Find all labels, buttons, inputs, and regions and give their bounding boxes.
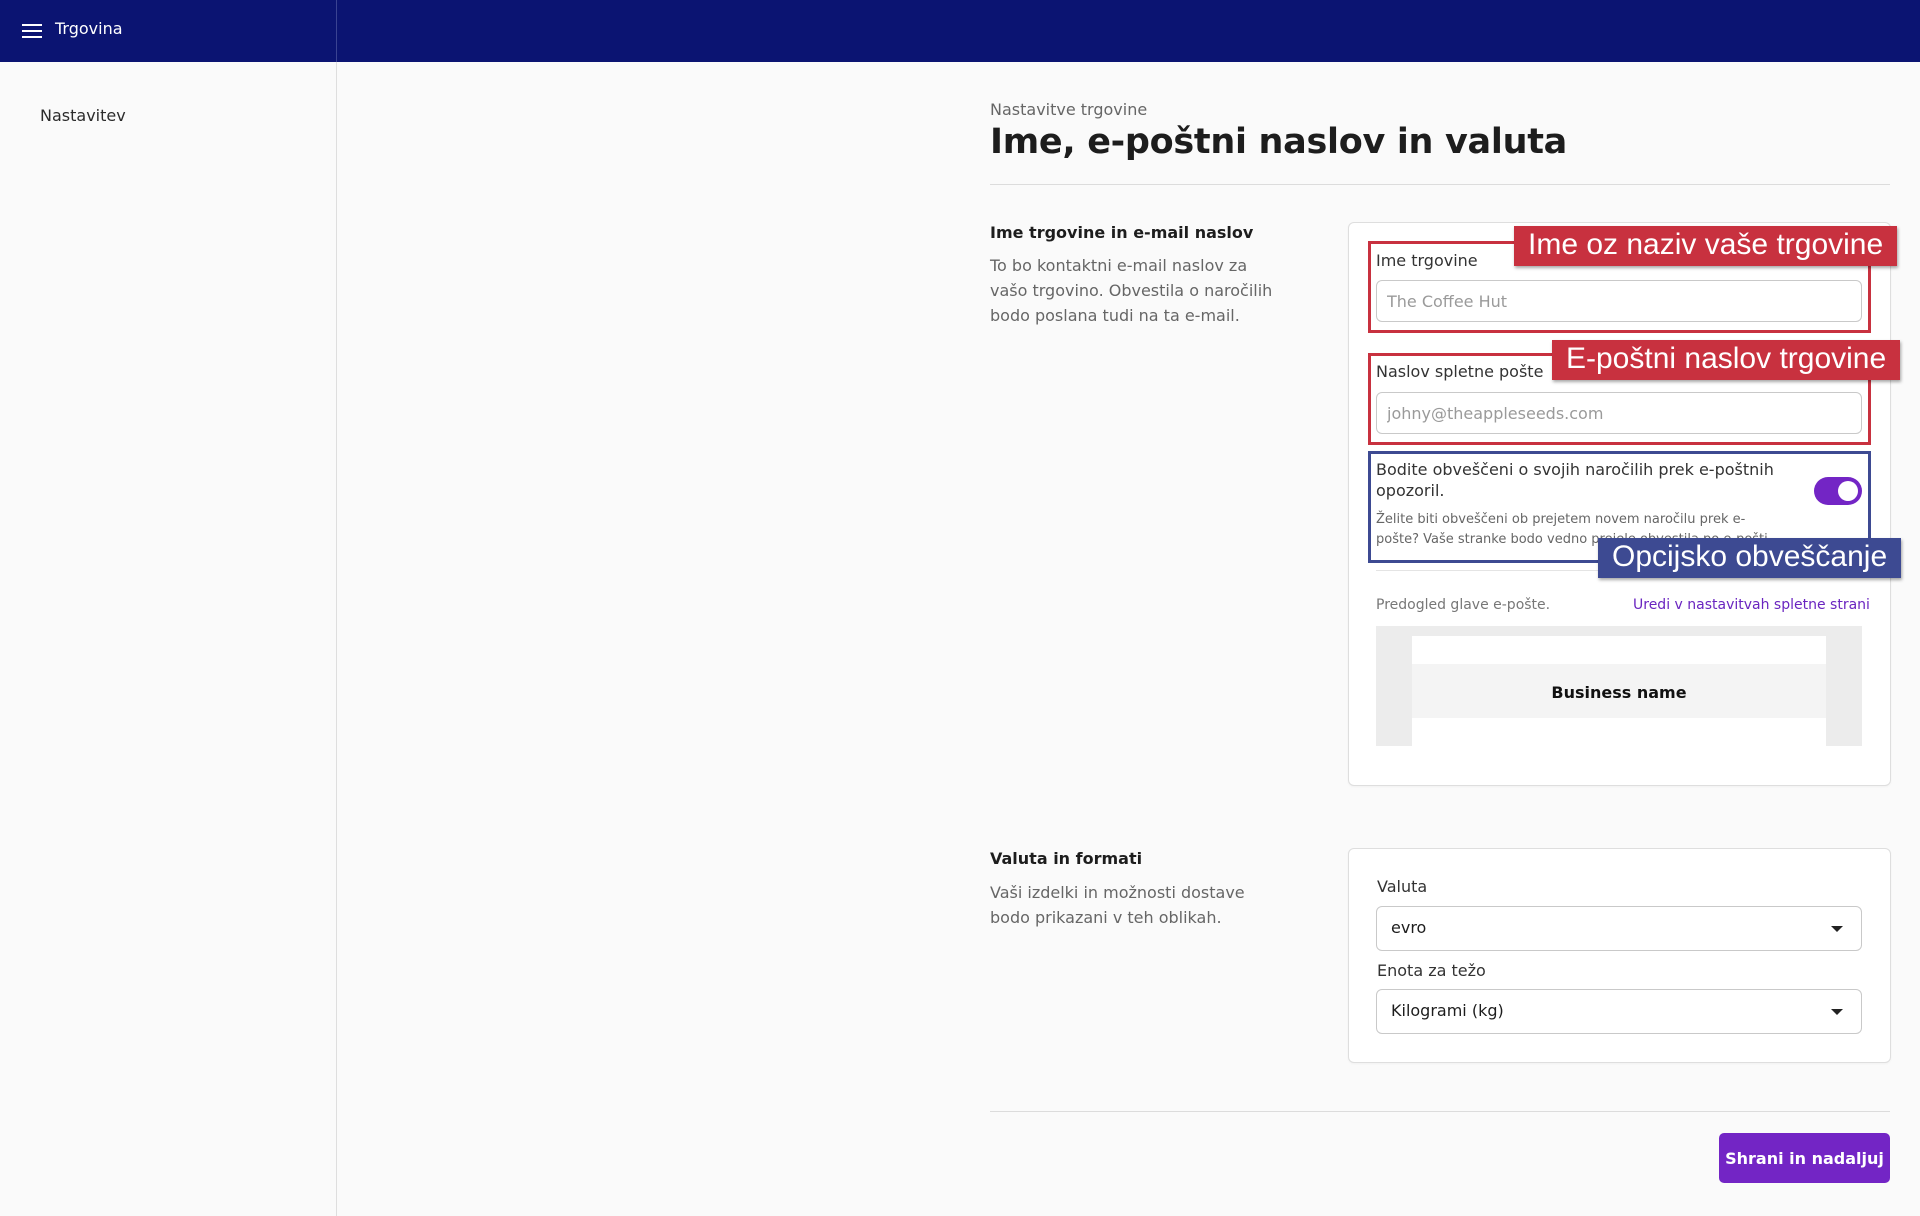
preview-email-body: Business name (1412, 636, 1826, 746)
annotation-label-store-name: Ime oz naziv vaše trgovine (1514, 226, 1898, 266)
footer-divider (990, 1111, 1890, 1112)
sidebar-item-settings[interactable]: Nastavitev (40, 106, 126, 125)
chevron-down-icon (1831, 926, 1843, 932)
email-header-preview-label: Predogled glave e-pošte. (1376, 597, 1551, 613)
annotation-label-email: E-poštni naslov trgovine (1552, 340, 1901, 380)
weight-unit-selected-value: Kilogrami (kg) (1391, 1001, 1504, 1020)
weight-unit-label: Enota za težo (1377, 961, 1486, 980)
weight-unit-select[interactable]: Kilogrami (kg) (1376, 989, 1862, 1034)
currency-section-description: Vaši izdelki in možnosti dostave bodo pr… (990, 883, 1245, 927)
breadcrumb: Nastavitve trgovine (990, 100, 1148, 119)
app-title: Trgovina (55, 19, 123, 38)
annotation-label-notifications: Opcijsko obveščanje (1598, 538, 1902, 578)
currency-select[interactable]: evro (1376, 906, 1862, 951)
currency-section-title: Valuta in formati (990, 849, 1143, 868)
save-and-continue-button[interactable]: Shrani in nadaljuj (1719, 1133, 1890, 1183)
sidebar: Nastavitev (0, 62, 337, 1216)
currency-label: Valuta (1377, 877, 1428, 896)
hamburger-menu-icon[interactable] (20, 18, 46, 44)
chevron-down-icon (1831, 1009, 1843, 1015)
store-section-description: To bo kontaktni e-mail naslov za vašo tr… (990, 256, 1273, 325)
edit-website-settings-link[interactable]: Uredi v nastavitvah spletne strani (1633, 597, 1870, 613)
page-title: Ime, e-poštni naslov in valuta (990, 122, 1567, 162)
preview-business-name: Business name (1551, 683, 1687, 702)
currency-selected-value: evro (1391, 918, 1427, 937)
email-header-preview: Business name (1376, 626, 1862, 746)
top-bar: Trgovina (0, 0, 1920, 62)
header-divider (336, 0, 337, 62)
store-section-title: Ime trgovine in e-mail naslov (990, 223, 1254, 242)
title-divider (990, 184, 1890, 185)
